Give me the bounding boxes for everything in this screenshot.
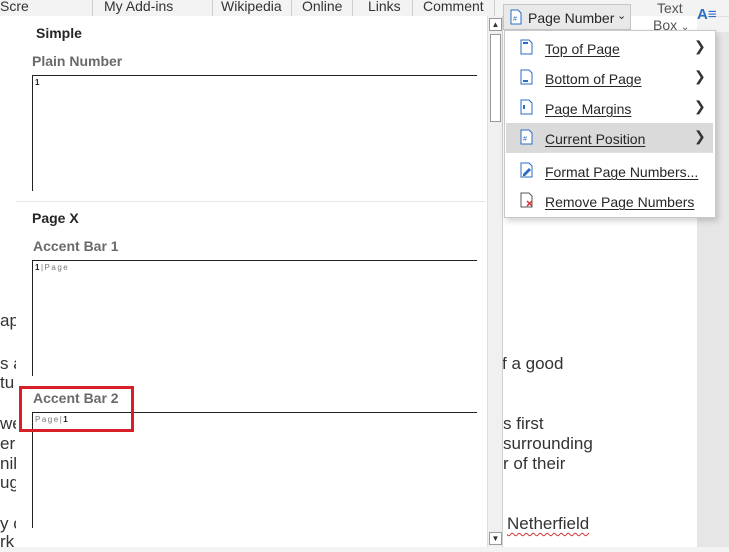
svg-text:#: # bbox=[513, 16, 517, 23]
format-page-numbers-icon bbox=[520, 162, 533, 178]
document-text-fragment: nil bbox=[0, 454, 18, 473]
ribbon-my-addins-button[interactable]: My Add-ins bbox=[104, 0, 173, 14]
page-number-button[interactable]: # Page Number ⌄ bbox=[503, 4, 631, 30]
ribbon-comment-button[interactable]: Comment bbox=[423, 0, 484, 14]
menu-item-page-margins[interactable]: Page Margins ❯ bbox=[506, 93, 713, 123]
preview-text: 1|Page bbox=[35, 263, 70, 272]
ribbon-separator bbox=[412, 0, 413, 16]
wordart-icon[interactable]: A≡ bbox=[697, 6, 717, 23]
document-text-fragment: f a good bbox=[502, 354, 564, 373]
ribbon-wikipedia-button[interactable]: Wikipedia bbox=[221, 0, 282, 14]
page-number-gallery: Simple Plain Number 1 Page X Accent Bar … bbox=[16, 16, 503, 547]
document-text-fragment: r of their bbox=[503, 454, 566, 473]
page-bottom-icon bbox=[520, 69, 533, 85]
preview-number: 1 bbox=[35, 78, 41, 87]
document-text-fragment: er bbox=[0, 434, 16, 453]
page-number-menu: Top of Page ❯ Bottom of Page ❯ Page Marg… bbox=[504, 30, 716, 218]
gallery-item-title: Accent Bar 1 bbox=[33, 238, 119, 254]
ribbon-screenshot-button[interactable]: Scre bbox=[0, 0, 29, 14]
menu-item-format-page-numbers[interactable]: Format Page Numbers... bbox=[506, 156, 713, 186]
chevron-right-icon: ❯ bbox=[694, 38, 706, 54]
menu-item-top-of-page[interactable]: Top of Page ❯ bbox=[506, 33, 713, 63]
page-top-icon bbox=[520, 39, 533, 55]
remove-page-numbers-icon bbox=[520, 192, 533, 208]
document-text-fragment: s first bbox=[503, 414, 544, 433]
document-text-fragment: surrounding bbox=[503, 434, 593, 453]
gallery-item-plain-number[interactable]: 1 bbox=[32, 75, 477, 191]
section-title-simple: Simple bbox=[36, 25, 82, 41]
svg-text:#: # bbox=[523, 136, 527, 143]
gallery-item-accent-bar-1[interactable]: 1|Page bbox=[32, 260, 477, 376]
section-title-page-x: Page X bbox=[32, 210, 79, 226]
chevron-right-icon: ❯ bbox=[694, 68, 706, 84]
ribbon-separator bbox=[291, 0, 292, 16]
page-number-label: Page Number bbox=[528, 10, 615, 26]
menu-separator bbox=[544, 152, 712, 153]
menu-item-bottom-of-page[interactable]: Bottom of Page ❯ bbox=[506, 63, 713, 93]
gallery-item-title: Plain Number bbox=[32, 53, 123, 69]
ribbon-links-button[interactable]: Links bbox=[368, 0, 401, 14]
page-margins-icon bbox=[520, 99, 533, 115]
document-text-fragment: tu bbox=[0, 373, 15, 392]
scroll-up-button[interactable]: ▲ bbox=[489, 18, 502, 31]
scroll-thumb[interactable] bbox=[490, 34, 501, 122]
menu-item-remove-page-numbers[interactable]: Remove Page Numbers bbox=[506, 186, 713, 216]
ribbon-separator bbox=[92, 0, 93, 16]
page-number-icon: # bbox=[510, 9, 522, 25]
ribbon-separator bbox=[494, 0, 495, 16]
current-position-icon: # bbox=[520, 129, 533, 145]
chevron-right-icon: ❯ bbox=[694, 98, 706, 114]
ribbon-online-video-button[interactable]: Online bbox=[302, 0, 342, 14]
ribbon-separator bbox=[212, 0, 213, 16]
chevron-right-icon: ❯ bbox=[694, 128, 706, 144]
menu-item-current-position[interactable]: # Current Position ❯ bbox=[506, 123, 713, 153]
scroll-down-button[interactable]: ▼ bbox=[489, 532, 502, 545]
gallery-scrollbar[interactable]: ▲ ▼ bbox=[487, 16, 502, 547]
document-text-fragment: Netherfield bbox=[507, 514, 590, 533]
ribbon-separator bbox=[352, 0, 353, 16]
text-box-label[interactable]: Text bbox=[657, 0, 683, 17]
section-divider bbox=[16, 201, 486, 202]
chevron-down-icon: ⌄ bbox=[617, 10, 627, 22]
highlight-annotation bbox=[19, 386, 134, 432]
